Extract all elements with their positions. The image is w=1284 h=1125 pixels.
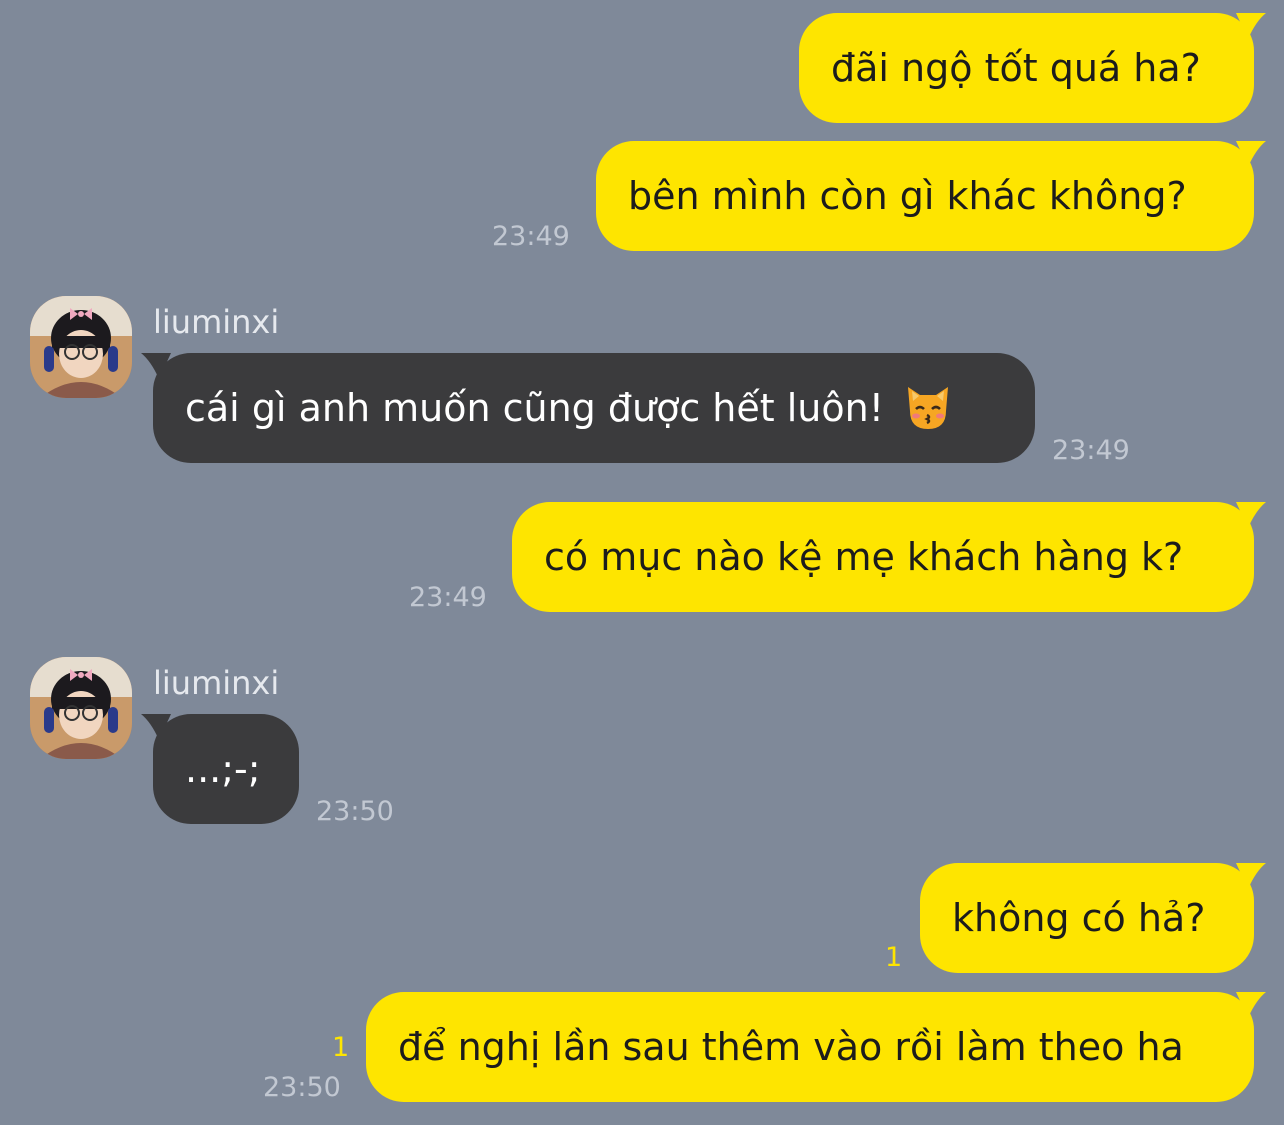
bubble-tail-icon (141, 714, 171, 740)
outgoing-message-bubble[interactable]: bên mình còn gì khác không? (596, 141, 1266, 251)
kissing-cat-emoji-icon (907, 386, 948, 429)
message-timestamp: 23:49 (492, 221, 570, 252)
message-text: để nghị lần sau thêm vào rồi làm theo ha (398, 1025, 1184, 1069)
outgoing-message-bubble[interactable]: có mục nào kệ mẹ khách hàng k? (512, 502, 1266, 612)
message-text: không có hả? (952, 896, 1206, 940)
message-text: cái gì anh muốn cũng được hết luôn! (185, 386, 884, 430)
message-text: bên mình còn gì khác không? (628, 174, 1187, 218)
message-text: có mục nào kệ mẹ khách hàng k? (544, 535, 1184, 579)
bubble-tail-icon (141, 353, 171, 379)
bubble-tail-icon (1236, 141, 1266, 167)
sender-avatar[interactable] (30, 296, 132, 398)
message-timestamp: 23:50 (263, 1072, 341, 1103)
unread-count: 1 (885, 942, 903, 973)
incoming-message-bubble[interactable]: cái gì anh muốn cũng được hết luôn! (141, 353, 1035, 463)
bubble-tail-icon (1236, 863, 1266, 889)
outgoing-message-bubble[interactable]: không có hả? (920, 863, 1266, 973)
avatar-photo-icon (30, 296, 132, 398)
chat-message-list[interactable]: đãi ngộ tốt quá ha? bên mình còn gì khác… (0, 0, 1284, 1125)
bubble-tail-icon (1236, 13, 1266, 39)
sender-avatar[interactable] (30, 657, 132, 759)
message-text: ...;-; (185, 747, 261, 791)
sender-name: liuminxi (153, 303, 280, 341)
message-timestamp: 23:49 (409, 582, 487, 613)
incoming-message-bubble[interactable]: ...;-; (141, 714, 299, 824)
sender-name: liuminxi (153, 664, 280, 702)
message-timestamp: 23:49 (1052, 435, 1130, 466)
bubble-tail-icon (1236, 992, 1266, 1018)
message-timestamp: 23:50 (316, 796, 394, 827)
bubble-tail-icon (1236, 502, 1266, 528)
message-text: đãi ngộ tốt quá ha? (831, 46, 1201, 90)
avatar-photo-icon (30, 657, 132, 759)
outgoing-message-bubble[interactable]: đãi ngộ tốt quá ha? (799, 13, 1266, 123)
outgoing-message-bubble[interactable]: để nghị lần sau thêm vào rồi làm theo ha (366, 992, 1266, 1102)
unread-count: 1 (332, 1032, 350, 1063)
